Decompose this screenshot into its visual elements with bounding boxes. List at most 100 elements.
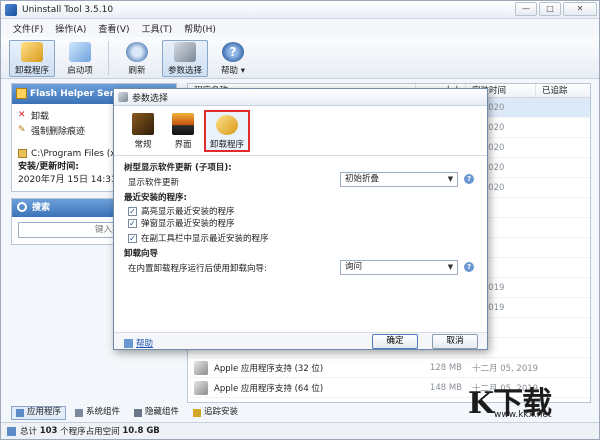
startup-button[interactable]: 启动项: [57, 40, 103, 77]
search-icon: [17, 202, 27, 212]
row-date: 十二月 05, 2019: [472, 363, 539, 374]
tab-uninstaller[interactable]: 卸载程序: [204, 110, 250, 152]
dialog-title-bar: 参数选择: [114, 89, 487, 106]
status-size: 10.8 GB: [122, 426, 160, 436]
dialog-footer: 帮助 确定 取消: [114, 332, 487, 349]
startup-icon: [69, 42, 91, 62]
status-icon: [7, 426, 16, 436]
wizard-value: 询问: [345, 262, 363, 272]
row-name-text: Apple 应用程序支持 (32 位): [214, 363, 324, 374]
sidebar-checkbox[interactable]: ✓: [128, 233, 137, 243]
help-label: 帮助 ▾: [221, 66, 245, 76]
tab-interface-label: 界面: [174, 140, 192, 150]
tab-applications[interactable]: 应用程序: [11, 405, 67, 420]
apple-icon: [194, 380, 208, 395]
row-name-text: Apple 应用程序支持 (64 位): [214, 383, 324, 394]
tab-general[interactable]: 常规: [124, 110, 162, 152]
row-size: 148 MB: [429, 382, 462, 393]
table-row[interactable]: Apple 应用程序支持 (32 位) 128 MB 十二月 05, 2019: [188, 358, 590, 378]
preferences-label: 参数选择: [167, 66, 202, 76]
column-tracked[interactable]: 已追踪: [536, 84, 590, 97]
uninstall-programs-button[interactable]: 卸载程序: [9, 40, 55, 77]
dialog-body: 树型显示软件更新 (子项目): 显示软件更新 初始折叠 ▼ ? 最近安装的程序:…: [114, 156, 487, 332]
show-updates-select[interactable]: 初始折叠 ▼: [340, 172, 458, 187]
toolbar-separator: [108, 41, 109, 75]
menu-tools[interactable]: 工具(T): [136, 22, 179, 35]
folder-icon: [18, 149, 27, 158]
hidden-icon: [134, 408, 143, 417]
refresh-button[interactable]: 刷新: [114, 40, 160, 77]
tab-general-label: 常规: [134, 140, 152, 150]
menu-file[interactable]: 文件(F): [7, 22, 49, 35]
highlight-checkbox[interactable]: ✓: [128, 206, 137, 216]
row-name: Apple 应用程序支持 (64 位): [188, 380, 416, 395]
force-remove-label: 强制删除痕迹: [31, 127, 86, 137]
menu-view[interactable]: 查看(V): [92, 22, 135, 35]
status-bar: 总计 103 个程序占用空间 10.8 GB: [1, 422, 599, 439]
uninstall-icon: [21, 42, 43, 62]
app-icon: [5, 3, 17, 16]
maximize-button[interactable]: □: [539, 2, 561, 16]
sidebar-label: 在副工具栏中显示最近安装的程序: [141, 234, 269, 244]
cancel-button[interactable]: 取消: [432, 334, 478, 349]
tab-hidden-components[interactable]: 隐藏组件: [129, 406, 184, 420]
menu-bar: 文件(F) 操作(A) 查看(V) 工具(T) 帮助(H): [1, 20, 599, 36]
chevron-down-icon: ▼: [447, 175, 454, 183]
gear-icon: [75, 408, 84, 417]
wizard-label: 在内置卸载程序运行后使用卸载向导:: [128, 264, 267, 274]
help-button[interactable]: ? 帮助 ▾: [210, 40, 256, 77]
popup-recent-option[interactable]: ✓ 弹窗显示最近安装的程序: [128, 217, 235, 229]
help-link-label: 帮助: [136, 339, 154, 349]
refresh-label: 刷新: [128, 66, 146, 76]
dialog-title: 参数选择: [132, 93, 169, 104]
help-link[interactable]: 帮助: [124, 337, 153, 349]
row-name: Apple 应用程序支持 (32 位): [188, 360, 416, 375]
status-count: 103: [39, 426, 58, 436]
highlight-label: 高亮显示最近安装的程序: [141, 207, 235, 217]
preferences-dialog: 参数选择 常规 界面 卸载程序 树型显示软件更新 (子项目): 显示软件更新 初…: [113, 88, 488, 350]
program-icon: [16, 88, 27, 99]
preferences-button[interactable]: 参数选择: [162, 40, 208, 77]
apple-icon: [194, 360, 208, 375]
uninstall-action-label: 卸载: [31, 112, 50, 122]
popup-label: 弹窗显示最近安装的程序: [141, 219, 235, 229]
highlight-recent-option[interactable]: ✓ 高亮显示最近安装的程序: [128, 205, 235, 217]
menu-help[interactable]: 帮助(H): [178, 22, 222, 35]
tab-system-components[interactable]: 系统组件: [70, 406, 125, 420]
close-button[interactable]: ✕: [563, 2, 597, 16]
track-icon: [193, 408, 202, 417]
dialog-tabs: 常规 界面 卸载程序: [114, 106, 487, 156]
help-icon: ?: [222, 42, 244, 62]
refresh-icon: [126, 42, 148, 62]
wizard-select[interactable]: 询问 ▼: [340, 260, 458, 275]
sidebar-recent-option[interactable]: ✓ 在副工具栏中显示最近安装的程序: [128, 232, 269, 244]
search-title: 搜索: [32, 203, 51, 213]
minimize-button[interactable]: —: [515, 2, 537, 16]
watermark-url: www.kkx.net: [494, 410, 552, 420]
tab-system-label: 系统组件: [86, 407, 121, 417]
show-updates-value: 初始折叠: [345, 174, 380, 184]
popup-checkbox[interactable]: ✓: [128, 218, 137, 228]
help-question-icon[interactable]: ?: [464, 174, 474, 184]
show-updates-label: 显示软件更新: [128, 178, 180, 188]
status-prefix: 总计: [20, 427, 38, 437]
wizard-section-title: 卸载向导: [124, 249, 159, 259]
tab-interface[interactable]: 界面: [164, 110, 202, 152]
tab-hidden-label: 隐藏组件: [145, 407, 180, 417]
recent-section-title: 最近安装的程序:: [124, 193, 187, 203]
menu-action[interactable]: 操作(A): [49, 22, 92, 35]
settings-icon: [118, 92, 128, 102]
ok-button[interactable]: 确定: [372, 334, 418, 349]
watermark-logo: K下载 www.kkx.net: [468, 378, 586, 421]
window-controls: — □ ✕: [515, 2, 597, 16]
interface-icon: [172, 113, 194, 135]
tab-tracked-label: 追踪安装: [204, 407, 239, 417]
help-question-icon[interactable]: ?: [464, 262, 474, 272]
help-book-icon: [124, 338, 133, 348]
toolbar: 卸载程序 启动项 刷新 参数选择 ? 帮助 ▾: [1, 37, 599, 79]
tab-tracked-installs[interactable]: 追踪安装: [188, 406, 243, 420]
apps-icon: [16, 408, 24, 417]
startup-label: 启动项: [67, 66, 93, 76]
title-bar: Uninstall Tool 3.5.10 — □ ✕: [1, 1, 599, 19]
uninstall-label: 卸载程序: [14, 66, 49, 76]
